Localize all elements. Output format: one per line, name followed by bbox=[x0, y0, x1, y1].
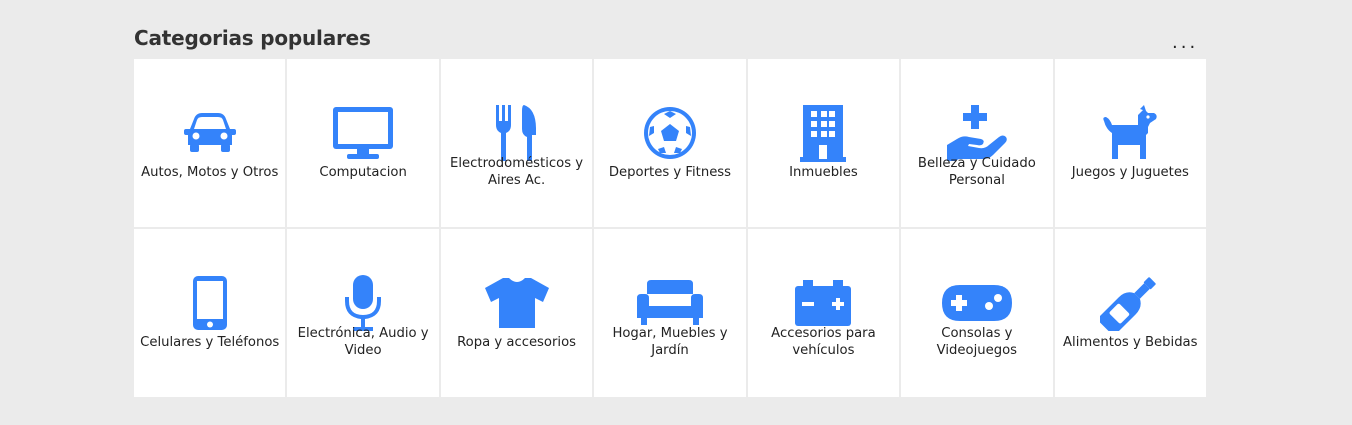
category-card-belleza[interactable]: Belleza y Cuidado Personal bbox=[901, 59, 1053, 227]
category-card-electrodomesticos[interactable]: Electrodomésticos y Aires Ac. bbox=[440, 59, 593, 227]
category-label: Ropa y accesorios bbox=[457, 334, 577, 350]
category-card-alimentos[interactable]: Alimentos y Bebidas bbox=[1054, 229, 1206, 397]
section-title: Categorias populares bbox=[134, 26, 371, 50]
category-label: Electrodomésticos y Aires Ac. bbox=[450, 156, 584, 188]
category-label: Hogar, Muebles y Jardín bbox=[612, 326, 728, 358]
category-label: Alimentos y Bebidas bbox=[1063, 334, 1198, 350]
category-card-inmuebles[interactable]: Inmuebles bbox=[747, 59, 900, 227]
category-label: Belleza y Cuidado Personal bbox=[917, 156, 1036, 188]
category-label: Consolas y Videojuegos bbox=[936, 326, 1018, 358]
category-card-juegos[interactable]: Juegos y Juguetes bbox=[1054, 59, 1206, 227]
category-label: Autos, Motos y Otros bbox=[141, 164, 279, 180]
category-label: Celulares y Teléfonos bbox=[140, 334, 280, 350]
category-label: Juegos y Juguetes bbox=[1071, 164, 1189, 180]
category-label: Inmuebles bbox=[789, 164, 858, 180]
category-label: Accesorios para vehículos bbox=[771, 326, 876, 358]
category-card-accesorios-vehiculos[interactable]: Accesorios para vehículos bbox=[747, 229, 900, 397]
category-card-computacion[interactable]: Computacion bbox=[287, 59, 439, 227]
category-card-deportes[interactable]: Deportes y Fitness bbox=[594, 59, 746, 227]
category-label: Computacion bbox=[319, 164, 407, 180]
more-options-button[interactable]: ... bbox=[1172, 34, 1198, 52]
category-card-consolas[interactable]: Consolas y Videojuegos bbox=[901, 229, 1053, 397]
category-label: Deportes y Fitness bbox=[608, 164, 732, 180]
category-card-autos[interactable]: Autos, Motos y Otros bbox=[134, 59, 286, 227]
category-card-ropa[interactable]: Ropa y accesorios bbox=[440, 229, 593, 397]
category-card-celulares[interactable]: Celulares y Teléfonos bbox=[134, 229, 286, 397]
categories-grid: Autos, Motos y Otros Computacion Electro… bbox=[134, 59, 1206, 397]
category-card-electronica[interactable]: Electrónica, Audio y Video bbox=[287, 229, 439, 397]
category-card-hogar[interactable]: Hogar, Muebles y Jardín bbox=[594, 229, 746, 397]
category-label: Electrónica, Audio y Video bbox=[297, 326, 429, 358]
